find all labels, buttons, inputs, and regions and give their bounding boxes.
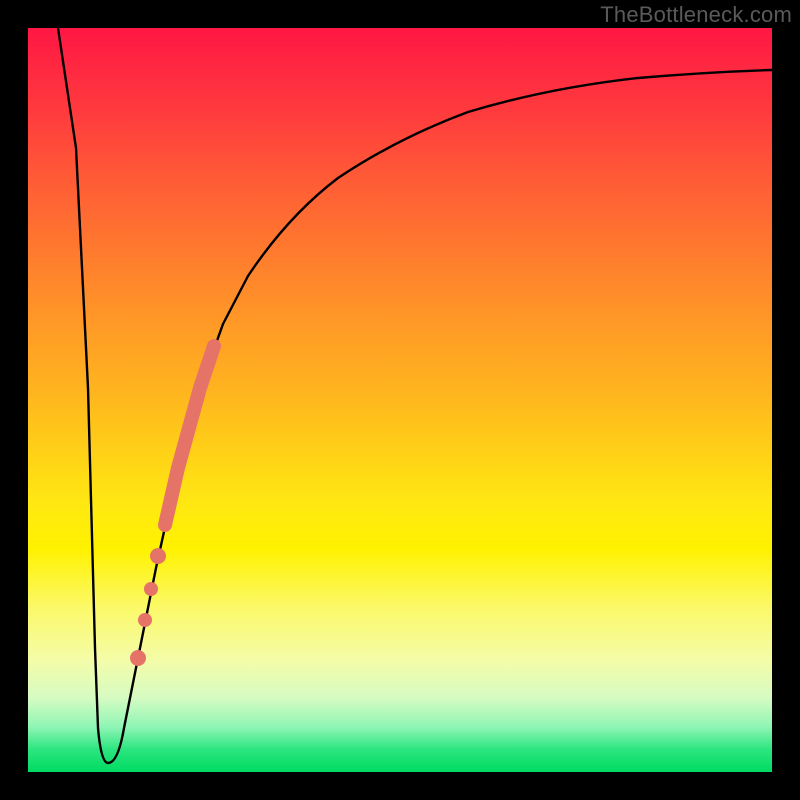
bottleneck-curve	[58, 28, 772, 763]
marker-dot	[138, 613, 152, 627]
bottleneck-curve-svg	[28, 28, 772, 772]
watermark-text: TheBottleneck.com	[600, 2, 792, 28]
chart-frame: TheBottleneck.com	[0, 0, 800, 800]
marker-dot	[150, 548, 166, 564]
marker-dot	[130, 650, 146, 666]
marker-dot	[144, 582, 158, 596]
plot-area	[28, 28, 772, 772]
highlight-segment	[165, 346, 214, 525]
